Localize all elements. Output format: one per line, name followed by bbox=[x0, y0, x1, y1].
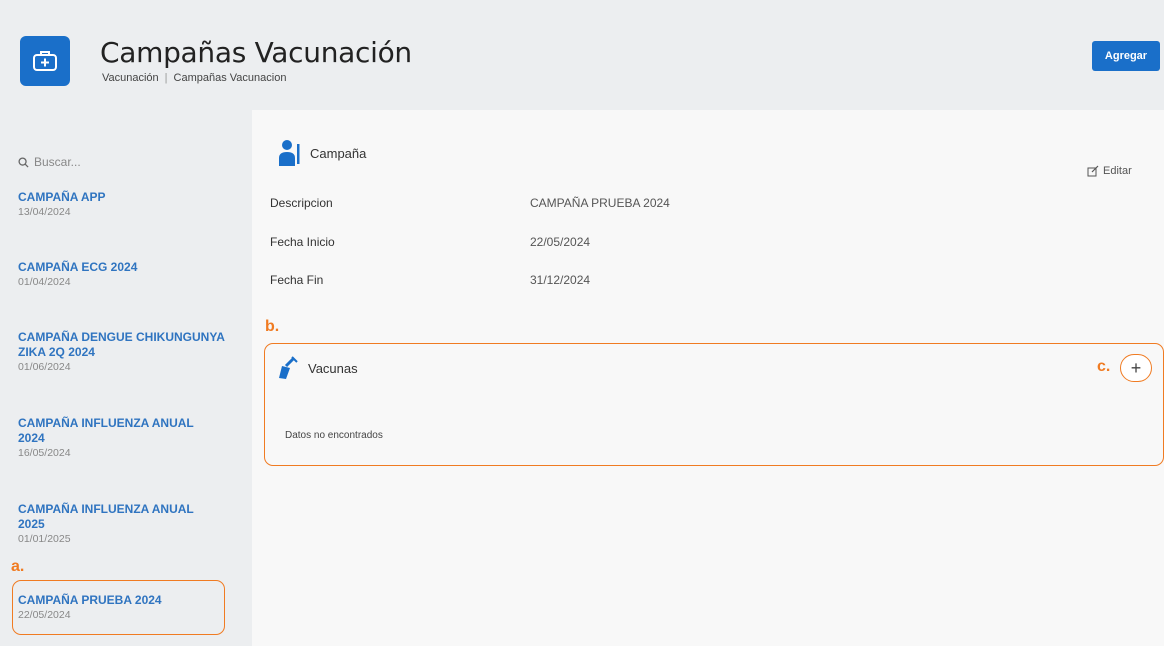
page-header: Campañas Vacunación Vacunación | Campaña… bbox=[0, 0, 1164, 100]
syringe-icon bbox=[279, 356, 298, 379]
annotation-highlight-b bbox=[264, 343, 1164, 466]
medical-bag-icon bbox=[20, 36, 70, 86]
list-item[interactable]: CAMPAÑA APP 13/04/2024 bbox=[18, 190, 233, 219]
search-icon bbox=[18, 156, 29, 168]
list-item-date: 01/06/2024 bbox=[18, 361, 71, 373]
field-label-fecha-fin: Fecha Fin bbox=[270, 273, 324, 287]
annotation-highlight-a bbox=[12, 580, 225, 635]
field-label-descripcion: Descripcion bbox=[270, 196, 333, 210]
edit-icon bbox=[1087, 165, 1099, 177]
list-item-name: CAMPAÑA APP bbox=[18, 190, 106, 204]
campaign-section-title: Campaña bbox=[310, 145, 367, 161]
list-item[interactable]: CAMPAÑA ECG 2024 01/04/2024 bbox=[18, 260, 233, 289]
list-item-name: CAMPAÑA INFLUENZA ANUAL 2025 bbox=[18, 502, 194, 531]
field-label-fecha-inicio: Fecha Inicio bbox=[270, 235, 335, 249]
list-item[interactable]: CAMPAÑA INFLUENZA ANUAL 2025 01/01/2025 bbox=[18, 502, 223, 546]
search-placeholder: Buscar... bbox=[34, 155, 81, 169]
field-value-fecha-fin: 31/12/2024 bbox=[530, 273, 591, 287]
list-item[interactable]: CAMPAÑA DENGUE CHIKUNGUNYA ZIKA 2Q 2024 … bbox=[18, 330, 228, 374]
campaign-section-header: Campaña bbox=[278, 138, 366, 168]
list-item-date: 01/04/2024 bbox=[18, 276, 71, 288]
page-title: Campañas Vacunación bbox=[100, 36, 412, 69]
field-value-fecha-inicio: 22/05/2024 bbox=[530, 235, 591, 249]
add-button[interactable]: Agregar bbox=[1092, 41, 1160, 71]
annotation-label-c: c. bbox=[1097, 358, 1111, 375]
edit-label: Editar bbox=[1103, 165, 1132, 177]
breadcrumb-item-campanas: Campañas Vacunacion bbox=[173, 72, 287, 84]
empty-state-text: Datos no encontrados bbox=[285, 430, 383, 441]
list-item-name: CAMPAÑA DENGUE CHIKUNGUNYA ZIKA 2Q 2024 bbox=[18, 330, 225, 359]
field-value-descripcion: CAMPAÑA PRUEBA 2024 bbox=[530, 196, 670, 210]
edit-button[interactable]: Editar bbox=[1087, 165, 1132, 177]
list-item-date: 01/01/2025 bbox=[18, 533, 71, 545]
list-item-date: 13/04/2024 bbox=[18, 206, 71, 218]
breadcrumb-separator: | bbox=[164, 72, 168, 84]
vacunas-section-header: Vacunas bbox=[276, 356, 358, 380]
search-input[interactable]: Buscar... bbox=[18, 155, 81, 169]
add-vacuna-button[interactable]: + bbox=[1120, 354, 1152, 382]
vacunas-section-title: Vacunas bbox=[308, 360, 358, 376]
annotation-label-b: b. bbox=[265, 318, 280, 335]
list-item-date: 16/05/2024 bbox=[18, 447, 71, 459]
list-item[interactable]: CAMPAÑA INFLUENZA ANUAL 2024 16/05/2024 bbox=[18, 416, 223, 460]
annotation-label-a: a. bbox=[11, 558, 25, 575]
plus-icon: + bbox=[1130, 357, 1142, 378]
list-item-name: CAMPAÑA ECG 2024 bbox=[18, 260, 138, 274]
list-item-name: CAMPAÑA INFLUENZA ANUAL 2024 bbox=[18, 416, 194, 445]
person-icon bbox=[279, 140, 300, 166]
breadcrumb: Vacunación | Campañas Vacunacion bbox=[102, 72, 286, 84]
breadcrumb-item-vacunacion[interactable]: Vacunación bbox=[102, 72, 159, 84]
